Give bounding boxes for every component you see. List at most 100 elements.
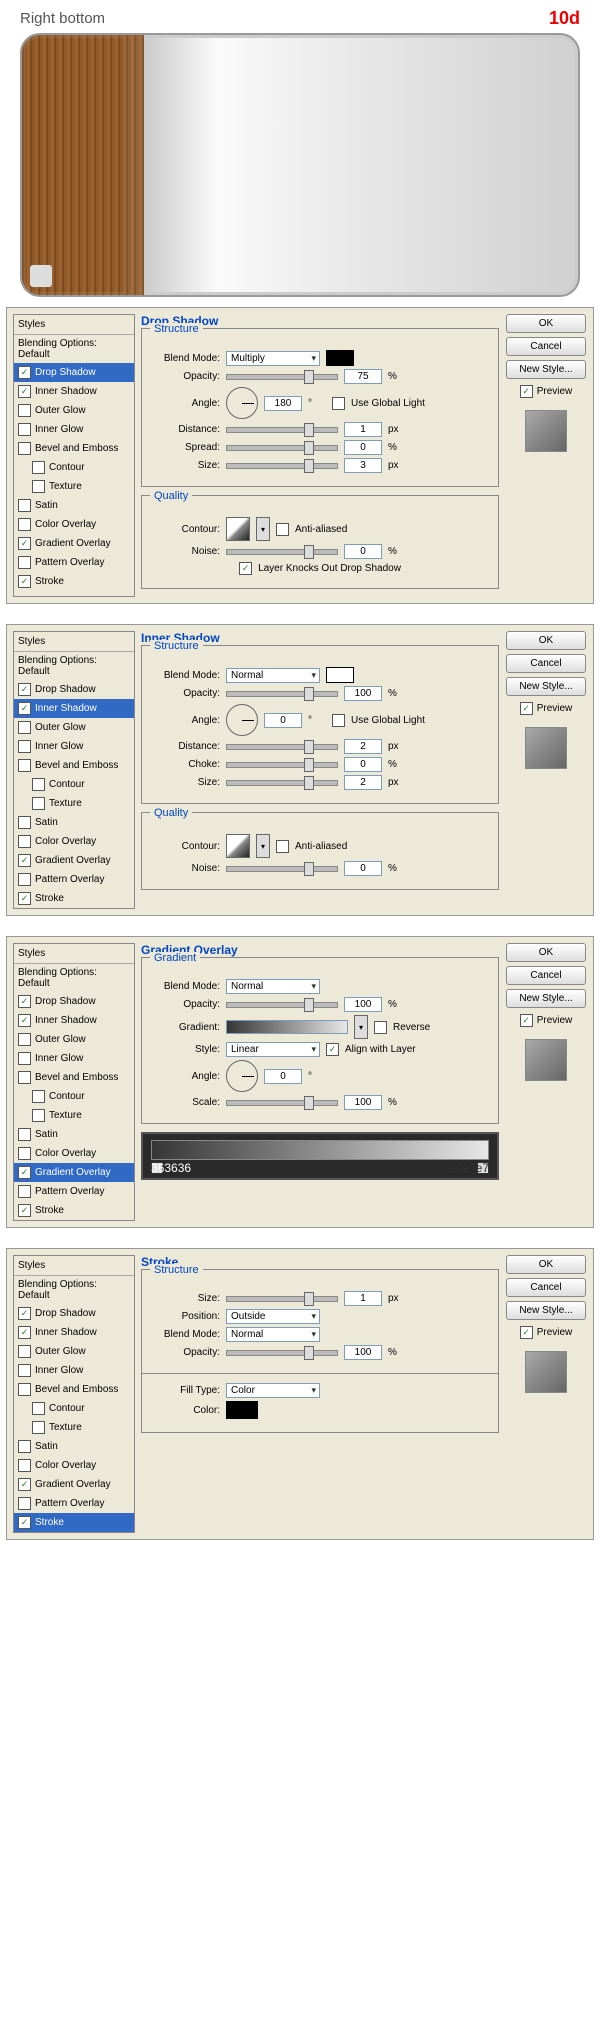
checkbox-icon[interactable] [18,1147,31,1160]
slider[interactable] [226,549,338,555]
styles-item[interactable]: Bevel and Emboss [14,756,134,775]
number-input[interactable]: 1 [344,1291,382,1306]
checkbox-icon[interactable] [18,1364,31,1377]
styles-item[interactable]: Inner Glow [14,1049,134,1068]
color-swatch[interactable] [326,667,354,683]
checkbox-icon[interactable] [18,1497,31,1510]
blending-options[interactable]: Blending Options: Default [14,964,134,992]
checkbox-icon[interactable] [18,518,31,531]
styles-item[interactable]: Drop Shadow [14,363,134,382]
checkbox-icon[interactable] [32,461,45,474]
number-input[interactable]: 180 [264,396,302,411]
styles-item[interactable]: Pattern Overlay [14,1182,134,1201]
slider[interactable] [226,744,338,750]
dropdown-arrow-icon[interactable]: ▾ [256,834,270,858]
styles-item[interactable]: Inner Glow [14,1361,134,1380]
checkbox-icon[interactable] [18,1345,31,1358]
cancel-button[interactable]: Cancel [506,654,586,673]
styles-item[interactable]: Outer Glow [14,1030,134,1049]
checkbox-icon[interactable] [18,385,31,398]
new-style-button[interactable]: New Style... [506,989,586,1008]
styles-item[interactable]: Gradient Overlay [14,1475,134,1494]
slider[interactable] [226,1296,338,1302]
checkbox-icon[interactable] [18,423,31,436]
styles-item[interactable]: Pattern Overlay [14,1494,134,1513]
styles-item[interactable]: Bevel and Emboss [14,1380,134,1399]
number-input[interactable]: 100 [344,686,382,701]
checkbox-icon[interactable] [18,1307,31,1320]
styles-item[interactable]: Satin [14,1125,134,1144]
checkbox-icon[interactable] [18,1478,31,1491]
gradient-editor[interactable]: 363636e7e7e7 [141,1132,499,1180]
styles-item[interactable]: Contour [14,775,134,794]
styles-item[interactable]: Inner Shadow [14,382,134,401]
checkbox-icon[interactable] [32,778,45,791]
slider[interactable] [226,463,338,469]
number-input[interactable]: 3 [344,458,382,473]
styles-item[interactable]: Texture [14,1106,134,1125]
styles-item[interactable]: Inner Glow [14,420,134,439]
checkbox-icon[interactable] [32,797,45,810]
color-swatch[interactable] [326,350,354,366]
styles-item[interactable]: Outer Glow [14,1342,134,1361]
styles-item[interactable]: Bevel and Emboss [14,439,134,458]
styles-item[interactable]: Stroke [14,1201,134,1220]
checkbox-icon[interactable] [520,702,533,715]
slider[interactable] [226,1002,338,1008]
preview-toggle[interactable]: Preview [520,385,573,398]
checkbox-icon[interactable] [18,1052,31,1065]
checkbox-icon[interactable] [18,575,31,588]
checkbox-icon[interactable] [18,995,31,1008]
checkbox-icon[interactable] [18,1033,31,1046]
number-input[interactable]: 100 [344,997,382,1012]
styles-item[interactable]: Stroke [14,889,134,908]
slider[interactable] [226,691,338,697]
styles-item[interactable]: Stroke [14,572,134,591]
styles-item[interactable]: Texture [14,794,134,813]
checkbox-icon[interactable] [18,683,31,696]
checkbox-icon[interactable] [276,523,289,536]
ok-button[interactable]: OK [506,943,586,962]
styles-item[interactable]: Gradient Overlay [14,1163,134,1182]
checkbox-icon[interactable] [18,1128,31,1141]
styles-item[interactable]: Color Overlay [14,832,134,851]
cancel-button[interactable]: Cancel [506,337,586,356]
checkbox-icon[interactable] [326,1043,339,1056]
checkbox-icon[interactable] [18,1204,31,1217]
ok-button[interactable]: OK [506,631,586,650]
slider[interactable] [226,866,338,872]
styles-item[interactable]: Color Overlay [14,1144,134,1163]
number-input[interactable]: 0 [264,1069,302,1084]
angle-dial[interactable] [226,387,258,419]
dropdown[interactable]: Color [226,1383,320,1398]
styles-item[interactable]: Inner Glow [14,737,134,756]
number-input[interactable]: 0 [344,861,382,876]
styles-item[interactable]: Inner Shadow [14,699,134,718]
slider[interactable] [226,427,338,433]
checkbox-icon[interactable] [18,1166,31,1179]
checkbox-icon[interactable] [18,499,31,512]
styles-item[interactable]: Color Overlay [14,515,134,534]
styles-item[interactable]: Drop Shadow [14,680,134,699]
number-input[interactable]: 0 [344,440,382,455]
styles-item[interactable]: Drop Shadow [14,1304,134,1323]
number-input[interactable]: 0 [264,713,302,728]
number-input[interactable]: 2 [344,739,382,754]
checkbox-icon[interactable] [32,1402,45,1415]
angle-dial[interactable] [226,704,258,736]
checkbox-icon[interactable] [18,1516,31,1529]
ok-button[interactable]: OK [506,1255,586,1274]
checkbox-icon[interactable] [32,1109,45,1122]
new-style-button[interactable]: New Style... [506,360,586,379]
slider[interactable] [226,1350,338,1356]
checkbox-icon[interactable] [239,562,252,575]
blending-options[interactable]: Blending Options: Default [14,335,134,363]
styles-item[interactable]: Pattern Overlay [14,870,134,889]
checkbox-icon[interactable] [18,740,31,753]
styles-item[interactable]: Inner Shadow [14,1323,134,1342]
dropdown[interactable]: Outside [226,1309,320,1324]
dropdown[interactable]: Normal [226,1327,320,1342]
checkbox-icon[interactable] [18,1071,31,1084]
number-input[interactable]: 1 [344,422,382,437]
new-style-button[interactable]: New Style... [506,677,586,696]
